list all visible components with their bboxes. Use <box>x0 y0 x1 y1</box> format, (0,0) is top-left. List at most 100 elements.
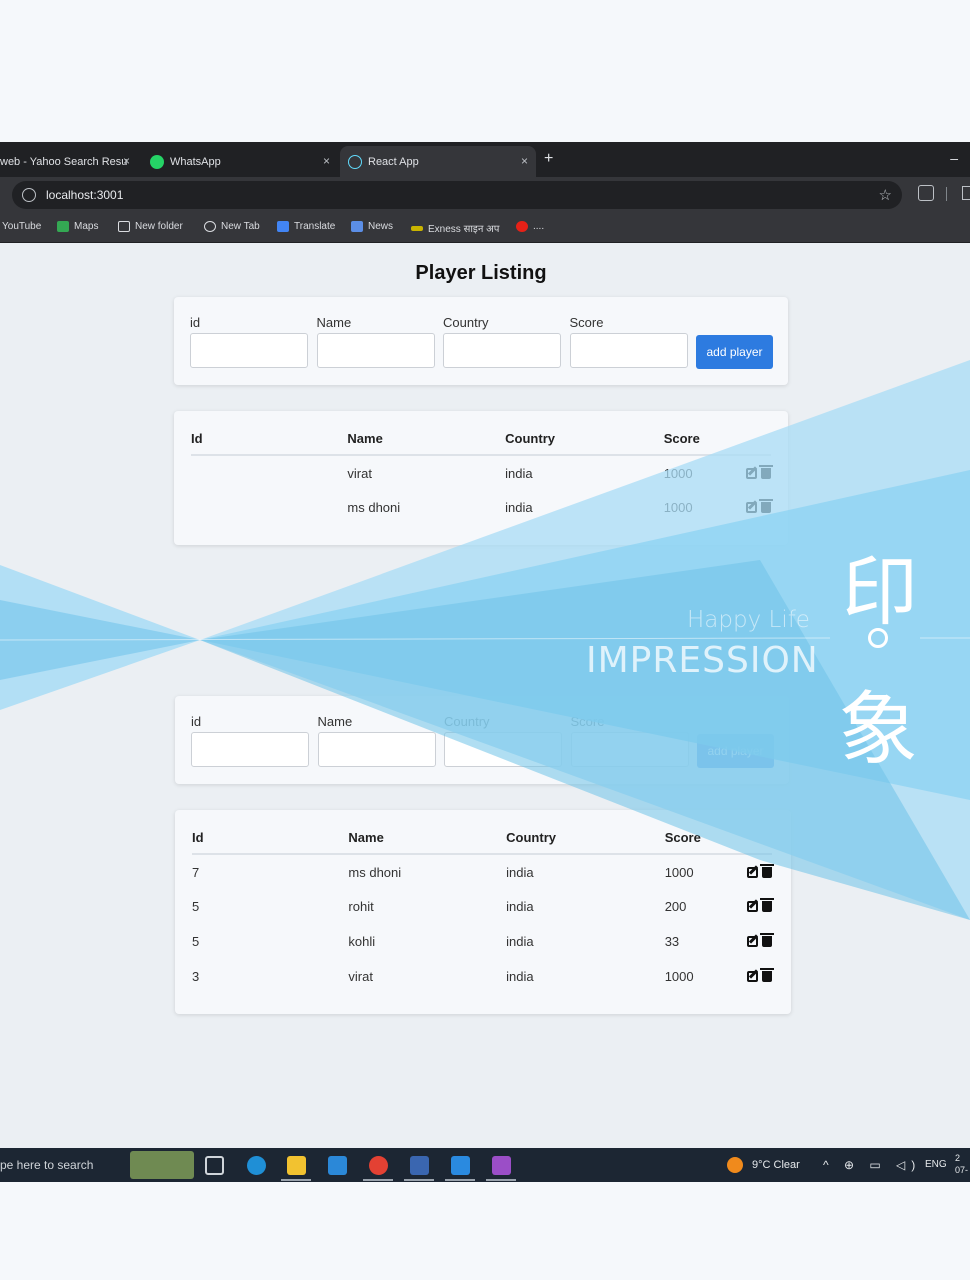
cell-name: virat <box>347 465 372 481</box>
trash-icon[interactable] <box>759 499 773 513</box>
player-table-card-2: Id Name Country Score 7 ms dhoni india 1… <box>175 810 791 1014</box>
page-title: Player Listing <box>415 262 547 284</box>
vscode-icon[interactable] <box>451 1156 470 1175</box>
side-panel-icon[interactable] <box>962 186 970 200</box>
row-actions <box>746 455 773 490</box>
tab-whatsapp[interactable]: WhatsApp × <box>142 146 338 177</box>
header-score: Score <box>664 826 747 855</box>
trash-icon[interactable] <box>759 464 773 479</box>
running-indicator <box>445 1179 475 1181</box>
edit-icon[interactable] <box>747 866 758 878</box>
trash-icon[interactable] <box>760 968 774 982</box>
header-country: Country <box>506 826 665 855</box>
row-actions <box>747 889 774 924</box>
bookmark-exness[interactable]: Exness साइन अप <box>411 221 499 235</box>
bookmarks-bar: YouTube Maps New folder New Tab Translat… <box>0 213 970 243</box>
tab-yahoo-search[interactable]: web - Yahoo Search Resu × <box>0 146 138 177</box>
row-actions <box>747 959 774 994</box>
app-icon[interactable] <box>410 1156 429 1175</box>
country-label: Country <box>444 714 490 729</box>
edit-icon[interactable] <box>747 936 758 947</box>
cell-name: ms dhoni <box>347 500 401 515</box>
add-player-button[interactable]: add player <box>696 335 773 369</box>
bookmark-new-folder[interactable]: New folder <box>118 221 183 232</box>
clock[interactable]: 2 07- <box>955 1152 970 1176</box>
minimize-button[interactable]: – <box>950 150 958 166</box>
winrar-icon[interactable] <box>492 1156 511 1175</box>
id-label: id <box>190 315 201 330</box>
close-tab-icon[interactable]: × <box>123 154 130 168</box>
react-icon <box>348 154 362 169</box>
bookmark-label: Exness साइन अप <box>428 224 500 235</box>
site-info-icon[interactable] <box>22 188 36 202</box>
trash-icon[interactable] <box>760 933 774 947</box>
bookmark-youtube-video[interactable]: .... <box>516 221 544 232</box>
id-input[interactable] <box>191 732 309 767</box>
country-input[interactable] <box>443 333 561 368</box>
cell-country: india <box>506 899 534 914</box>
edit-icon[interactable] <box>747 971 758 982</box>
id-input[interactable] <box>190 333 308 368</box>
address-bar[interactable]: localhost:3001 ☆ <box>12 181 902 209</box>
bookmark-label: Maps <box>74 221 99 232</box>
header-id: Id <box>191 427 348 456</box>
player-table-card: Id Name Country Score virat india 1000 m… <box>174 411 788 545</box>
edit-icon[interactable] <box>746 467 757 479</box>
trash-icon[interactable] <box>760 863 774 878</box>
cell-score: 33 <box>664 934 680 949</box>
tab-react-app[interactable]: React App × <box>340 146 536 177</box>
name-input[interactable] <box>316 333 435 368</box>
taskbar-search[interactable]: pe here to search <box>0 1158 93 1172</box>
mail-icon[interactable] <box>328 1156 347 1175</box>
tab-title: WhatsApp <box>170 155 221 168</box>
form-fields: id Name Country Score <box>190 315 696 368</box>
system-tray-icons[interactable]: ^ ⊕ ▭ ◁) <box>823 1158 921 1172</box>
country-field: Country <box>444 714 562 767</box>
form-fields: id Name Country Score <box>191 714 697 767</box>
edit-icon[interactable] <box>746 502 757 513</box>
weather-icon[interactable] <box>727 1157 743 1173</box>
tab-title: React App <box>368 155 419 168</box>
bookmark-translate[interactable]: Translate <box>277 221 335 232</box>
extensions-icon[interactable] <box>918 185 934 201</box>
name-input[interactable] <box>317 732 436 767</box>
country-input[interactable] <box>444 732 562 767</box>
edit-icon[interactable] <box>747 901 758 912</box>
new-tab-button[interactable]: + <box>544 150 553 168</box>
weather-text[interactable]: 9°C Clear <box>752 1159 800 1171</box>
score-input[interactable] <box>569 333 688 368</box>
cell-score: 1000 <box>664 969 694 984</box>
close-tab-icon[interactable]: × <box>521 154 528 168</box>
language-indicator[interactable]: ENG <box>925 1159 947 1170</box>
close-tab-icon[interactable]: × <box>323 154 330 168</box>
bookmark-new-tab[interactable]: New Tab <box>204 221 260 232</box>
task-view-icon[interactable] <box>205 1156 224 1175</box>
table-row: 7 ms dhoni india 1000 <box>192 854 774 889</box>
score-input[interactable] <box>570 732 689 767</box>
bookmark-news[interactable]: News <box>351 221 393 232</box>
bookmark-star-icon[interactable]: ☆ <box>879 186 892 204</box>
file-explorer-icon[interactable] <box>287 1156 306 1175</box>
cell-score: 1000 <box>664 864 694 880</box>
cell-id: 5 <box>192 899 200 914</box>
cell-name: ms dhoni <box>348 864 402 880</box>
edge-icon[interactable] <box>247 1156 266 1175</box>
score-field: Score <box>570 714 689 767</box>
bookmark-label: New folder <box>135 221 183 232</box>
cjk-character-bottom: 象 <box>838 683 918 776</box>
table-header-row: Id Name Country Score <box>191 427 771 456</box>
chrome-icon[interactable] <box>369 1156 388 1175</box>
cell-name: rohit <box>348 899 374 914</box>
running-indicator <box>486 1179 516 1181</box>
add-player-button[interactable]: add player <box>697 734 774 768</box>
cell-name: virat <box>348 969 373 984</box>
trash-icon[interactable] <box>760 898 774 912</box>
url-text[interactable]: localhost:3001 <box>46 188 123 202</box>
header-score: Score <box>663 427 746 456</box>
name-field: Name <box>316 315 435 368</box>
bookmark-youtube[interactable]: YouTube <box>2 221 41 232</box>
running-indicator <box>281 1179 311 1181</box>
score-field: Score <box>569 315 688 368</box>
bookmark-maps[interactable]: Maps <box>57 221 98 232</box>
cjk-character-top: 印 <box>842 547 918 636</box>
